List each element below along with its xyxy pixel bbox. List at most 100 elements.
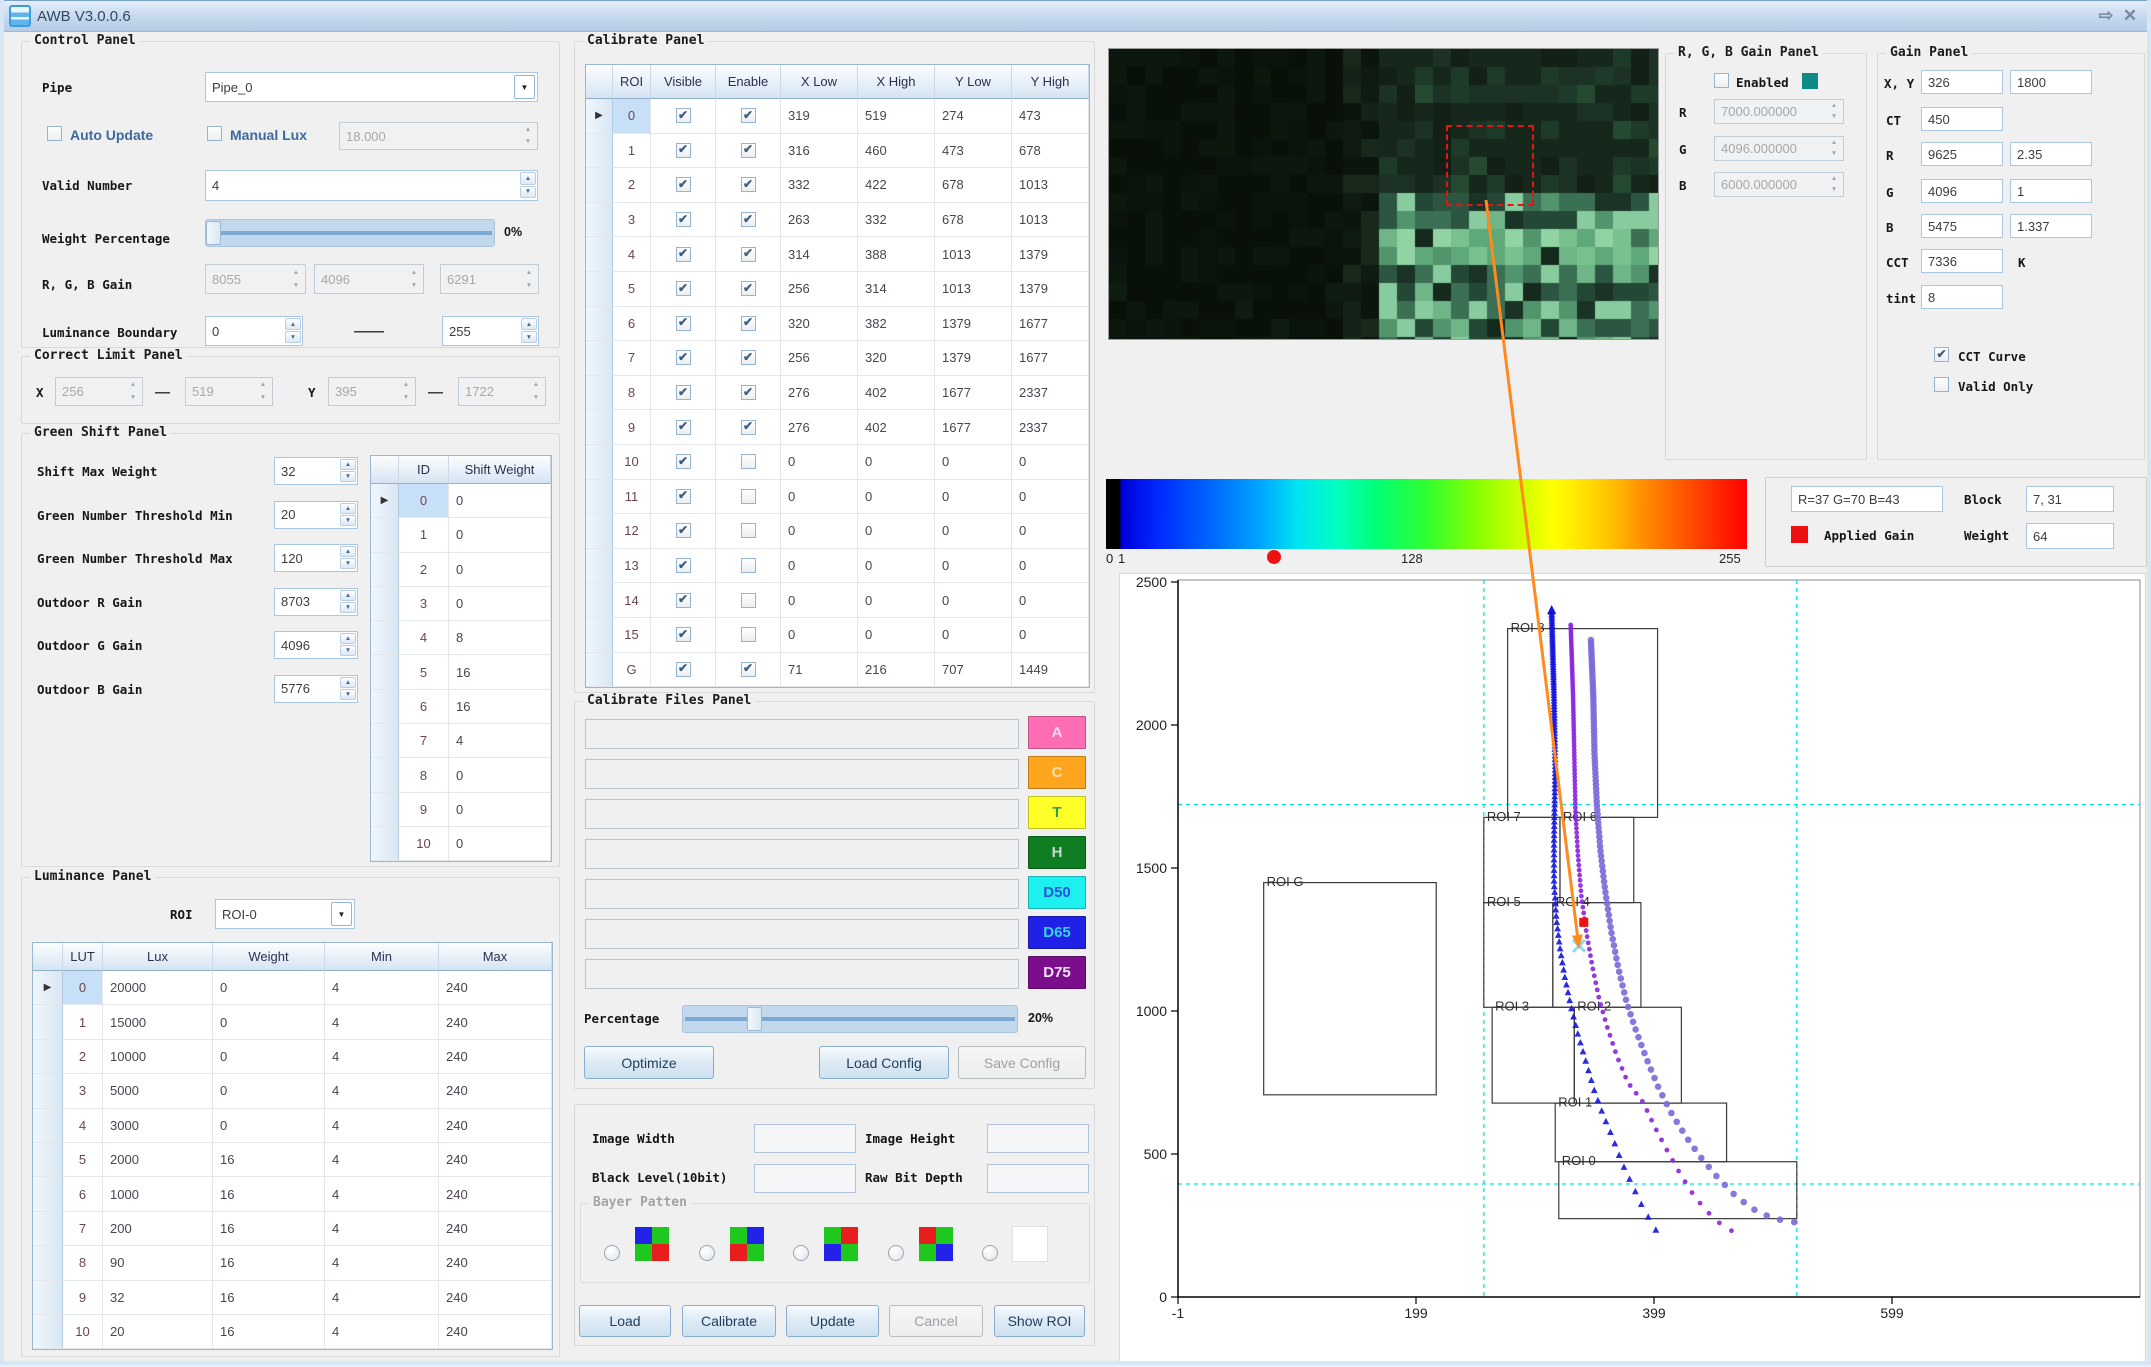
cell[interactable]: 20000: [103, 971, 213, 1005]
spinner-buttons[interactable]: ▲▼: [340, 590, 356, 614]
roi-select[interactable]: ROI-0 ▼: [215, 899, 355, 929]
checkbox-checked[interactable]: [676, 316, 691, 331]
cell[interactable]: 1379: [935, 341, 1012, 376]
calibrate-file-input-h[interactable]: [585, 839, 1019, 869]
cell-checkbox[interactable]: [651, 237, 716, 272]
b-gain-input[interactable]: 6291 ▲▼: [440, 264, 539, 294]
cell[interactable]: 240: [439, 1074, 552, 1108]
table-row[interactable]: 74: [371, 724, 551, 758]
cell[interactable]: 240: [439, 1005, 552, 1039]
cell[interactable]: 1677: [935, 410, 1012, 445]
cell[interactable]: G: [613, 653, 651, 688]
optimize-button[interactable]: Optimize: [584, 1046, 714, 1079]
cell[interactable]: 707: [935, 653, 1012, 688]
green-shift-field-input[interactable]: 20▲▼: [274, 501, 358, 529]
cell[interactable]: 473: [1012, 99, 1089, 134]
cell-checkbox[interactable]: [651, 618, 716, 653]
forward-icon[interactable]: ⇨: [2094, 5, 2118, 27]
cell[interactable]: 240: [439, 1281, 552, 1315]
cell[interactable]: 0: [935, 480, 1012, 515]
y-input[interactable]: 1800: [2010, 70, 2092, 94]
calibrate-file-input-d75[interactable]: [585, 959, 1019, 989]
cell[interactable]: 0: [1012, 618, 1089, 653]
table-row[interactable]: ▶02000004240: [33, 971, 552, 1005]
table-row[interactable]: G712167071449: [586, 653, 1089, 688]
cell[interactable]: 10: [63, 1315, 103, 1349]
row-header[interactable]: [33, 1281, 63, 1315]
table-row[interactable]: 52000164240: [33, 1143, 552, 1177]
cell[interactable]: 5000: [103, 1074, 213, 1108]
cell[interactable]: 10: [613, 445, 651, 480]
cell-checkbox[interactable]: [716, 134, 781, 169]
cell[interactable]: 402: [858, 410, 935, 445]
manual-lux-input[interactable]: 18.000 ▲▼: [339, 122, 538, 150]
cell[interactable]: 240: [439, 1143, 552, 1177]
table-row[interactable]: ▶00: [371, 484, 551, 518]
table-row[interactable]: 7200164240: [33, 1212, 552, 1246]
cell[interactable]: 16: [213, 1177, 325, 1211]
cell[interactable]: 1: [63, 1005, 103, 1039]
cell[interactable]: 4: [325, 1281, 439, 1315]
table-row[interactable]: 48: [371, 621, 551, 655]
row-header[interactable]: [371, 621, 399, 655]
row-header[interactable]: [586, 203, 613, 238]
slider-handle[interactable]: [206, 221, 221, 245]
row-header[interactable]: [33, 1005, 63, 1039]
r-gain-panel-input[interactable]: 7000.000000 ▲▼: [1714, 99, 1844, 124]
cell[interactable]: 519: [858, 99, 935, 134]
cell[interactable]: 1677: [1012, 341, 1089, 376]
cell[interactable]: 678: [1012, 134, 1089, 169]
cell[interactable]: 0: [213, 1109, 325, 1143]
cell[interactable]: 15000: [103, 1005, 213, 1039]
spinner-buttons[interactable]: ▲▼: [340, 546, 356, 570]
ct-input[interactable]: 450: [1921, 107, 2003, 131]
checkbox-checked[interactable]: [676, 662, 691, 677]
table-row[interactable]: 140000: [586, 583, 1089, 618]
checkbox-unchecked[interactable]: [741, 593, 756, 608]
checkbox-checked[interactable]: [676, 420, 691, 435]
cell[interactable]: 4: [325, 1005, 439, 1039]
cell[interactable]: 14: [613, 583, 651, 618]
calibrate-file-input-t[interactable]: [585, 799, 1019, 829]
cell[interactable]: 678: [935, 203, 1012, 238]
cell[interactable]: 1000: [103, 1177, 213, 1211]
checkbox-checked[interactable]: [676, 281, 691, 296]
cell[interactable]: 8: [399, 758, 449, 792]
row-header[interactable]: [586, 445, 613, 480]
row-header[interactable]: [586, 376, 613, 411]
cell[interactable]: 0: [858, 480, 935, 515]
green-shift-field-input[interactable]: 120▲▼: [274, 544, 358, 572]
table-row[interactable]: 616: [371, 690, 551, 724]
cell[interactable]: 1379: [1012, 272, 1089, 307]
luminance-colorbar[interactable]: [1106, 479, 1747, 549]
cell[interactable]: 16: [449, 690, 551, 724]
checkbox-checked[interactable]: [676, 627, 691, 642]
checkbox-checked[interactable]: [741, 212, 756, 227]
row-header[interactable]: [33, 1143, 63, 1177]
row-header[interactable]: [586, 410, 613, 445]
cell[interactable]: 0: [781, 480, 858, 515]
illuminant-button-d75[interactable]: D75: [1028, 956, 1086, 989]
spinner-buttons[interactable]: ▲▼: [340, 459, 356, 483]
checkbox-checked[interactable]: [741, 108, 756, 123]
cell[interactable]: 276: [781, 410, 858, 445]
calibrate-button[interactable]: Calibrate: [682, 1305, 776, 1337]
table-row[interactable]: 23324226781013: [586, 168, 1089, 203]
cell[interactable]: 0: [935, 549, 1012, 584]
cell[interactable]: 240: [439, 1177, 552, 1211]
cell[interactable]: 16: [449, 655, 551, 689]
cell[interactable]: 6: [613, 307, 651, 342]
cell[interactable]: 256: [781, 341, 858, 376]
pipe-select[interactable]: Pipe_0 ▼: [205, 72, 538, 102]
cell[interactable]: 4: [325, 1074, 439, 1108]
cell[interactable]: 276: [781, 376, 858, 411]
row-header[interactable]: [586, 618, 613, 653]
table-row[interactable]: 1316460473678: [586, 134, 1089, 169]
cell[interactable]: 0: [935, 583, 1012, 618]
x-high-input[interactable]: 519 ▲▼: [185, 377, 273, 406]
cell[interactable]: 332: [781, 168, 858, 203]
cell[interactable]: 0: [858, 583, 935, 618]
checkbox-checked[interactable]: [676, 108, 691, 123]
enabled-checkbox[interactable]: [1714, 73, 1729, 88]
cell[interactable]: 0: [1012, 480, 1089, 515]
